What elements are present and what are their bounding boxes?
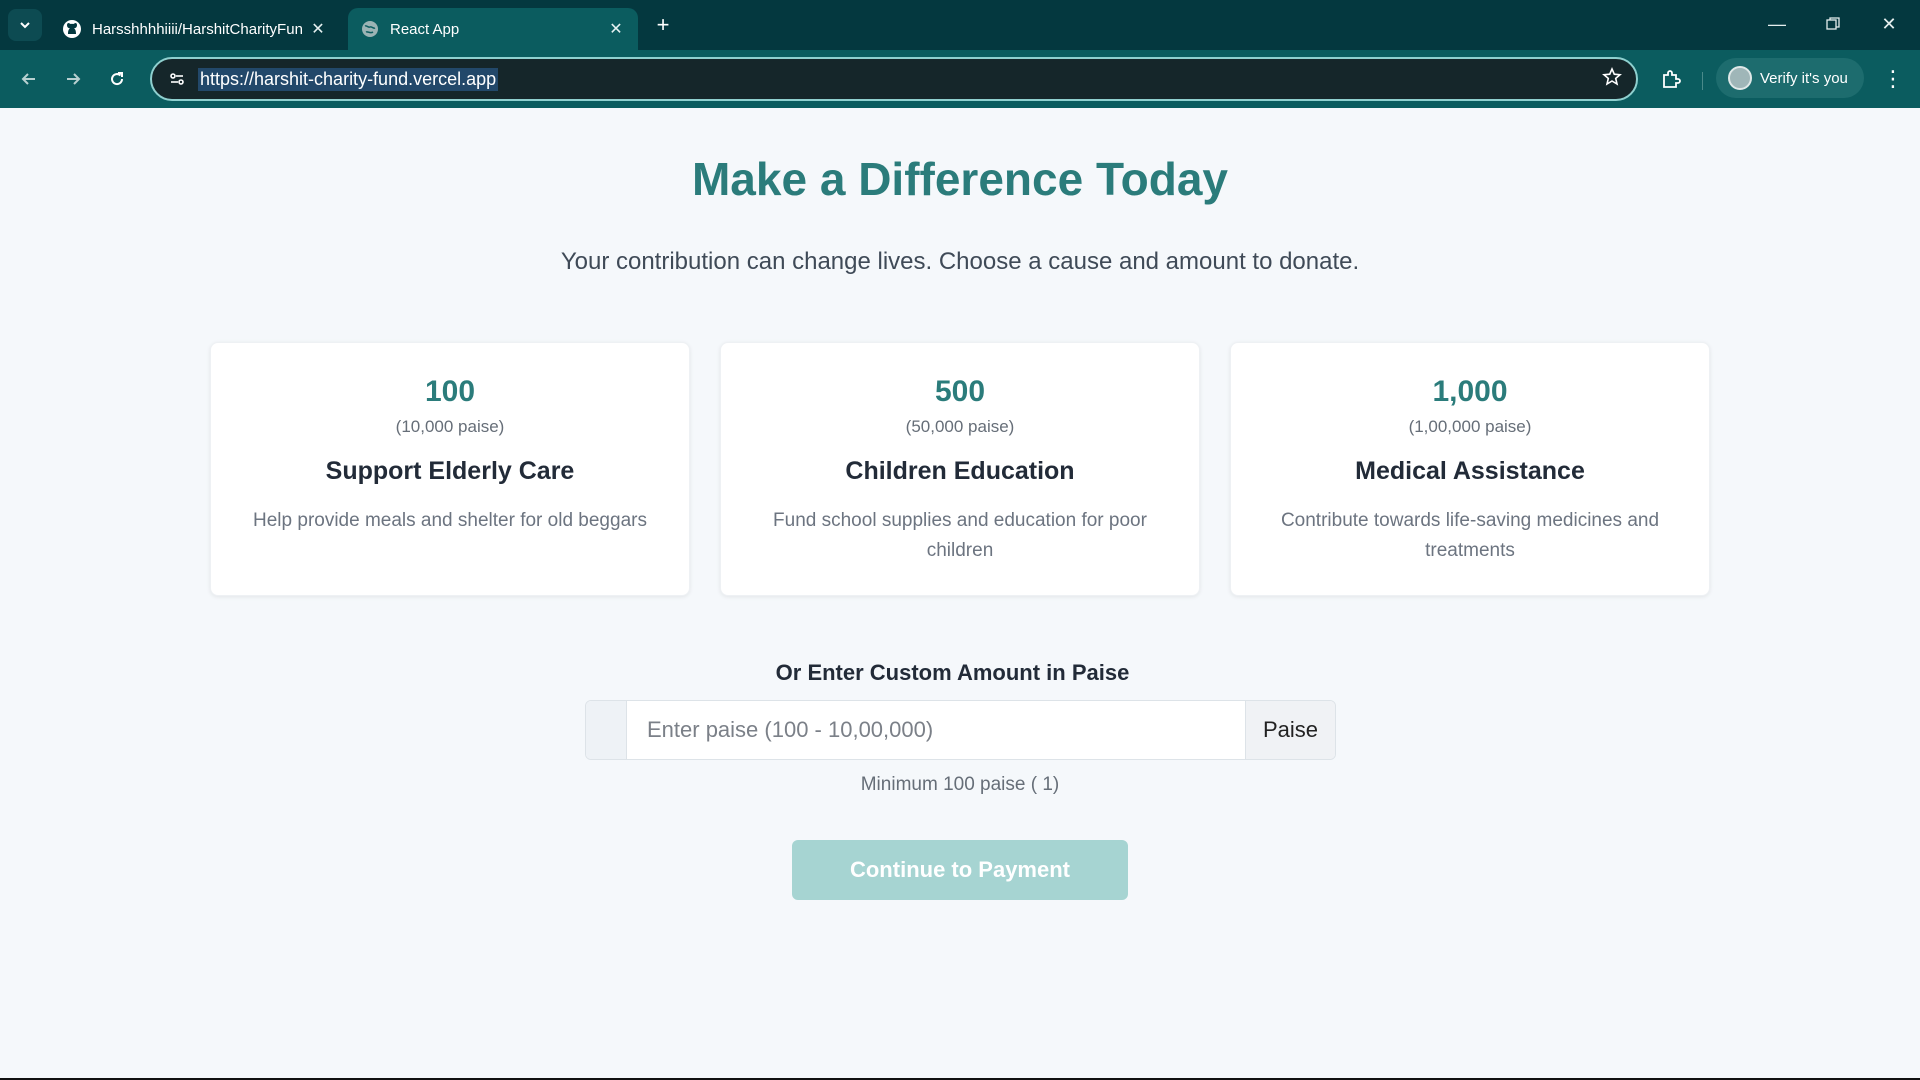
address-bar[interactable]: https://harshit-charity-fund.vercel.app bbox=[150, 57, 1638, 101]
more-menu-icon[interactable]: ⋮ bbox=[1880, 64, 1906, 94]
card-paise: (1,00,000 paise) bbox=[1408, 417, 1532, 436]
custom-amount-label: Or Enter Custom Amount in Paise bbox=[775, 660, 1130, 685]
custom-amount-input[interactable] bbox=[627, 701, 1245, 759]
bookmark-star-icon[interactable] bbox=[1602, 67, 1622, 92]
page-subtitle: Your contribution can change lives. Choo… bbox=[560, 248, 1360, 275]
card-description: Fund school supplies and education for p… bbox=[773, 510, 1147, 561]
card-description: Help provide meals and shelter for old b… bbox=[253, 510, 647, 531]
url-text[interactable]: https://harshit-charity-fund.vercel.app bbox=[198, 67, 499, 91]
new-tab-plus-icon[interactable]: + bbox=[650, 12, 676, 38]
restore-icon[interactable] bbox=[1810, 8, 1856, 40]
card-paise: (50,000 paise) bbox=[905, 417, 1015, 436]
card-amount: 100 bbox=[424, 375, 476, 408]
profile-button[interactable]: Verify it's you bbox=[1716, 58, 1864, 98]
card-amount: 1,000 bbox=[1432, 375, 1508, 408]
card-amount: 500 bbox=[934, 375, 986, 408]
donation-card-children-education[interactable]: 500 (50,000 paise) Children Education Fu… bbox=[720, 342, 1200, 596]
toolbar-divider bbox=[1702, 72, 1703, 90]
close-icon[interactable]: ✕ bbox=[606, 19, 626, 39]
currency-prefix bbox=[586, 701, 627, 759]
card-paise: (10,000 paise) bbox=[395, 417, 505, 436]
paise-suffix: Paise bbox=[1245, 701, 1335, 759]
card-cause-title: Children Education bbox=[845, 457, 1075, 485]
minimum-amount-hint: Minimum 100 paise ( 1) bbox=[860, 774, 1060, 795]
profile-label: Verify it's you bbox=[1760, 69, 1848, 87]
browser-tab-react-app[interactable]: React App ✕ bbox=[348, 8, 638, 50]
site-info-icon[interactable] bbox=[160, 63, 194, 95]
card-cause-title: Medical Assistance bbox=[1355, 457, 1585, 485]
browser-toolbar: https://harshit-charity-fund.vercel.app … bbox=[0, 50, 1920, 108]
minimize-icon[interactable]: — bbox=[1754, 8, 1800, 40]
reload-icon[interactable] bbox=[102, 64, 132, 94]
custom-amount-group: Paise bbox=[585, 700, 1336, 760]
card-cause-title: Support Elderly Care bbox=[325, 457, 575, 485]
back-arrow-icon[interactable] bbox=[14, 64, 44, 94]
window-close-icon[interactable]: ✕ bbox=[1866, 8, 1912, 40]
tab-title: Harsshhhhiiii/HarshitCharityFun bbox=[92, 20, 303, 38]
donation-card-elderly-care[interactable]: 100 (10,000 paise) Support Elderly Care … bbox=[210, 342, 690, 596]
browser-tab-github[interactable]: Harsshhhhiiii/HarshitCharityFun ✕ bbox=[50, 8, 340, 50]
donation-card-medical-assistance[interactable]: 1,000 (1,00,000 paise) Medical Assistanc… bbox=[1230, 342, 1710, 596]
avatar bbox=[1728, 66, 1752, 90]
continue-to-payment-button[interactable]: Continue to Payment bbox=[792, 840, 1128, 900]
github-icon bbox=[62, 19, 82, 39]
globe-icon bbox=[360, 19, 380, 39]
page-content: Make a Difference Today Your contributio… bbox=[0, 108, 1920, 1080]
browser-tab-bar: Harsshhhhiiii/HarshitCharityFun ✕ React … bbox=[0, 0, 1920, 50]
tab-search-button[interactable] bbox=[8, 9, 42, 41]
close-icon[interactable]: ✕ bbox=[308, 19, 328, 39]
page-title: Make a Difference Today bbox=[691, 153, 1228, 205]
chevron-down-icon bbox=[20, 22, 30, 29]
extensions-puzzle-icon[interactable] bbox=[1656, 64, 1686, 94]
forward-arrow-icon[interactable] bbox=[58, 64, 88, 94]
card-description: Contribute towards life-saving medicines… bbox=[1280, 510, 1660, 561]
tab-title: React App bbox=[390, 20, 460, 38]
